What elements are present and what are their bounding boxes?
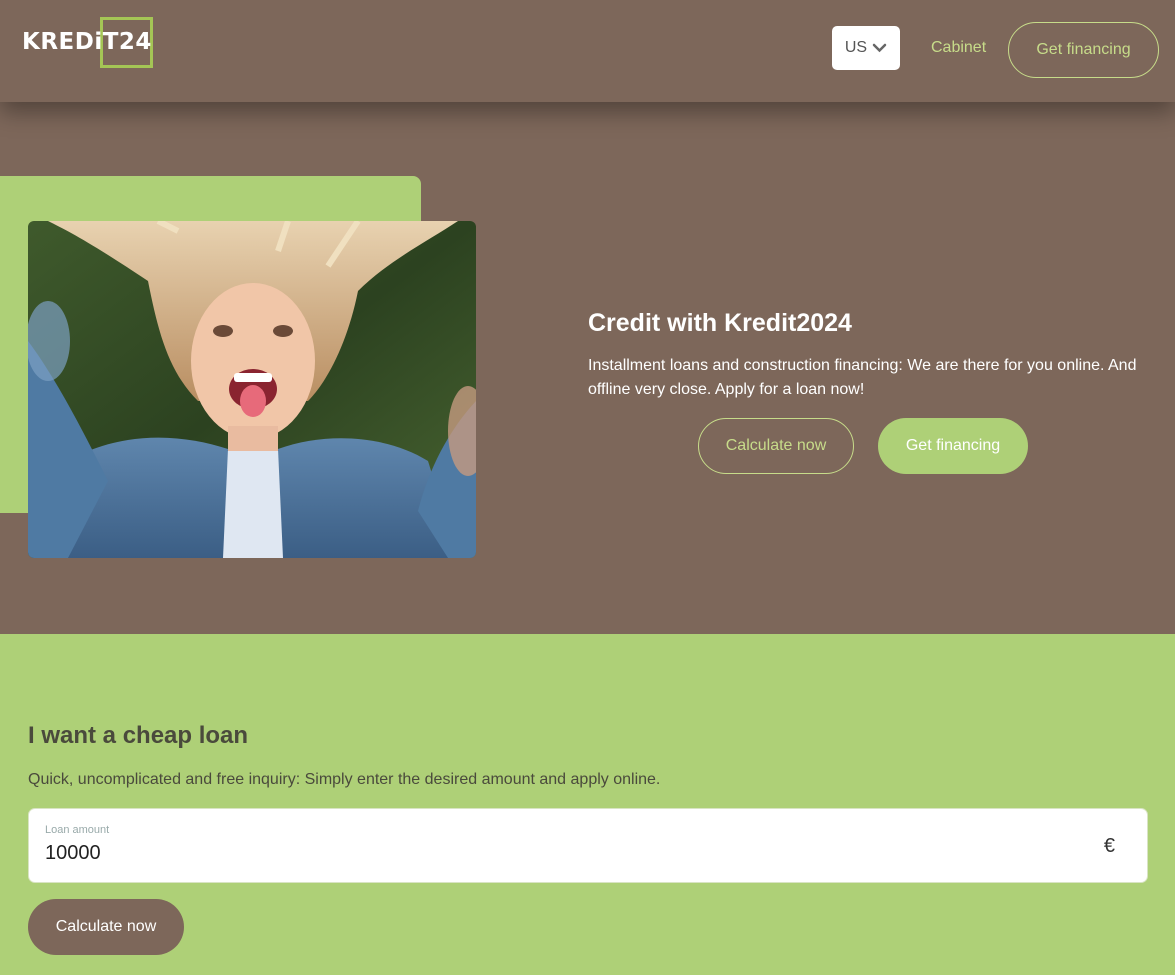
- loan-calculate-button[interactable]: Calculate now: [28, 899, 184, 955]
- hero-photo: [28, 221, 476, 558]
- site-header: KREDiT24 US Cabinet Get financing: [0, 0, 1175, 102]
- loan-amount-field[interactable]: Loan amount 10000 €: [28, 808, 1148, 883]
- cabinet-link[interactable]: Cabinet: [931, 39, 986, 57]
- header-get-financing-button[interactable]: Get financing: [1008, 22, 1159, 78]
- language-value: US: [844, 39, 868, 56]
- loan-amount-label: Loan amount: [45, 824, 110, 836]
- hero-title: Credit with Kredit2024: [588, 309, 852, 337]
- chevron-down-icon: [872, 43, 887, 53]
- loan-description: Quick, uncomplicated and free inquiry: S…: [28, 771, 661, 788]
- language-select[interactable]: US: [832, 26, 900, 70]
- loan-amount-input[interactable]: 10000: [45, 842, 101, 865]
- hero-calculate-button[interactable]: Calculate now: [698, 418, 854, 474]
- hero-description: Installment loans and construction finan…: [588, 357, 1137, 398]
- logo-text: KREDiT24: [22, 29, 152, 55]
- euro-icon: €: [1103, 835, 1115, 857]
- logo[interactable]: KREDiT24: [22, 17, 153, 68]
- loan-title: I want a cheap loan: [28, 722, 249, 749]
- loan-section: I want a cheap loan Quick, uncomplicated…: [0, 634, 1175, 975]
- hero-get-financing-button[interactable]: Get financing: [878, 418, 1028, 474]
